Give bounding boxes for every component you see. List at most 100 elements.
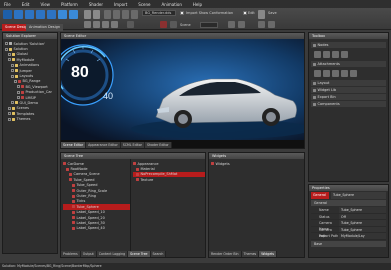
grid-icon[interactable] (170, 21, 177, 28)
property-row[interactable]: Camera Path Tube_Sphere (311, 226, 386, 238)
menu-item[interactable]: View (40, 2, 50, 7)
viewport-canvas[interactable]: 80 40 (61, 39, 304, 140)
expand-toggle-icon[interactable] (11, 101, 14, 105)
property-row[interactable]: Camera Name Tube_Sphere (311, 220, 386, 231)
expand-toggle-icon[interactable] (11, 74, 14, 78)
property-value[interactable]: Tube_Sphere (339, 226, 386, 233)
property-row[interactable]: Name Tube_Sphere (311, 207, 386, 214)
tab-animation-design[interactable]: Animation Design (26, 24, 64, 31)
paste-icon[interactable] (122, 10, 129, 19)
toolbox-section[interactable]: Components (311, 101, 386, 107)
delete-icon[interactable] (131, 10, 138, 19)
expand-toggle-icon[interactable] (8, 58, 11, 62)
property-value[interactable]: Tube_Sphere (339, 220, 386, 226)
bottom-tab[interactable]: Scene Tree (128, 251, 151, 257)
toolbox-section[interactable]: Attachments (311, 61, 386, 67)
solution-tree-item[interactable]: Themes (5, 116, 57, 121)
toolbox-tool-icon[interactable] (350, 70, 357, 77)
select-tool-icon[interactable] (84, 21, 91, 28)
bottom-tab[interactable]: Output (80, 251, 97, 257)
move-tool-icon[interactable] (93, 21, 100, 28)
bottom-tab[interactable]: Search (150, 251, 167, 257)
save-label[interactable]: Save (268, 11, 277, 15)
tab-scene-editor[interactable]: Scene Editor (61, 142, 87, 148)
toolbox-tool-icon[interactable] (323, 70, 330, 77)
toolbox-section[interactable]: Widget Lib (311, 87, 386, 93)
tab-appearance-editor[interactable]: Appearance Editor (86, 142, 121, 148)
expand-toggle-icon[interactable] (5, 47, 8, 51)
open-file-icon[interactable] (14, 10, 23, 19)
widget-tab[interactable]: Widgets (259, 251, 278, 257)
save-file-icon[interactable] (25, 10, 34, 19)
expand-toggle-icon[interactable] (17, 90, 20, 94)
toolbox-section[interactable]: Export Bin (311, 94, 386, 100)
toolbox-tool-icon[interactable] (314, 70, 321, 77)
play-icon[interactable] (268, 21, 275, 28)
property-row[interactable]: Import Path MyModule/Lay (311, 233, 386, 240)
cut-icon[interactable] (104, 10, 111, 19)
property-row[interactable]: Status Off (311, 213, 386, 221)
rotate-tool-icon[interactable] (102, 21, 109, 28)
scene-tree-node[interactable]: Label_Speed_40 (63, 226, 130, 231)
save-all-icon[interactable] (36, 10, 45, 19)
bottom-tab[interactable]: Problems (61, 251, 81, 257)
widget-tab[interactable]: Themes (241, 251, 260, 257)
import-checkbox[interactable] (180, 11, 184, 15)
menu-item[interactable]: Edit (22, 2, 30, 7)
copy-icon[interactable] (113, 10, 120, 19)
toolbox-section[interactable]: Layout (311, 80, 386, 86)
build-icon[interactable] (58, 10, 67, 19)
export-icon[interactable] (47, 10, 56, 19)
camera-icon[interactable] (228, 21, 235, 28)
expand-toggle-icon[interactable] (17, 85, 20, 89)
property-value[interactable]: MyModule/Lay (339, 233, 386, 239)
toolbox-tool-icon[interactable] (341, 70, 348, 77)
toolbox-section[interactable]: Nodes (311, 42, 386, 48)
toolbox-tool-icon[interactable] (314, 51, 321, 58)
expand-toggle-icon[interactable] (8, 106, 11, 110)
appearance-node[interactable]: Texture (133, 177, 205, 182)
expand-toggle-icon[interactable] (11, 69, 14, 73)
properties-general-tab[interactable]: General (311, 192, 329, 199)
scene-select[interactable] (200, 22, 218, 28)
expand-toggle-icon[interactable] (17, 96, 20, 100)
menu-item[interactable]: Animation (161, 2, 181, 7)
toolbox-tool-icon[interactable] (332, 70, 339, 77)
snap-icon[interactable] (127, 21, 134, 28)
widget-item[interactable]: Widgets (211, 161, 304, 166)
expand-toggle-icon[interactable] (8, 117, 11, 121)
expand-toggle-icon[interactable] (8, 112, 11, 116)
expand-toggle-icon[interactable] (5, 42, 8, 46)
expand-toggle-icon[interactable] (14, 79, 17, 83)
menu-item[interactable]: Help (193, 2, 202, 7)
menu-item[interactable]: Platform (61, 2, 78, 7)
new-file-icon[interactable] (3, 10, 12, 19)
expand-toggle-icon[interactable] (11, 63, 14, 67)
menu-item[interactable]: Import (114, 2, 127, 7)
redo-icon[interactable] (93, 10, 100, 19)
properties-group-general[interactable]: General (311, 200, 386, 206)
toolbox-tool-icon[interactable] (332, 51, 339, 58)
toolbox-tool-icon[interactable] (323, 51, 330, 58)
tab-shader-editor[interactable]: Shader Editor (145, 142, 172, 148)
light-icon[interactable] (238, 21, 245, 28)
menu-item[interactable]: Scene (138, 2, 150, 7)
property-value[interactable]: Tube_Sphere (339, 207, 386, 213)
settings-icon[interactable] (258, 10, 265, 19)
preview-icon[interactable] (258, 21, 265, 28)
menu-item[interactable]: Shader (89, 2, 103, 7)
deploy-icon[interactable] (69, 10, 78, 19)
expand-toggle-icon[interactable] (8, 52, 11, 56)
undo-icon[interactable] (84, 10, 91, 19)
menu-item[interactable]: File (4, 2, 11, 7)
toolbox-tool-icon[interactable] (341, 51, 348, 58)
record-icon[interactable] (160, 21, 167, 28)
bottom-tab[interactable]: Content Logging (96, 251, 129, 257)
properties-object-name[interactable]: Tube_Sphere (331, 192, 386, 199)
widget-tab[interactable]: Render Order Bin (209, 251, 242, 257)
properties-group-base[interactable]: Base (311, 240, 386, 247)
file-select[interactable]: BG_Render.dds (142, 10, 176, 16)
property-value[interactable]: Off (339, 213, 386, 220)
tab-scml-editor[interactable]: SCML Editor (120, 142, 145, 148)
scale-tool-icon[interactable] (111, 21, 118, 28)
